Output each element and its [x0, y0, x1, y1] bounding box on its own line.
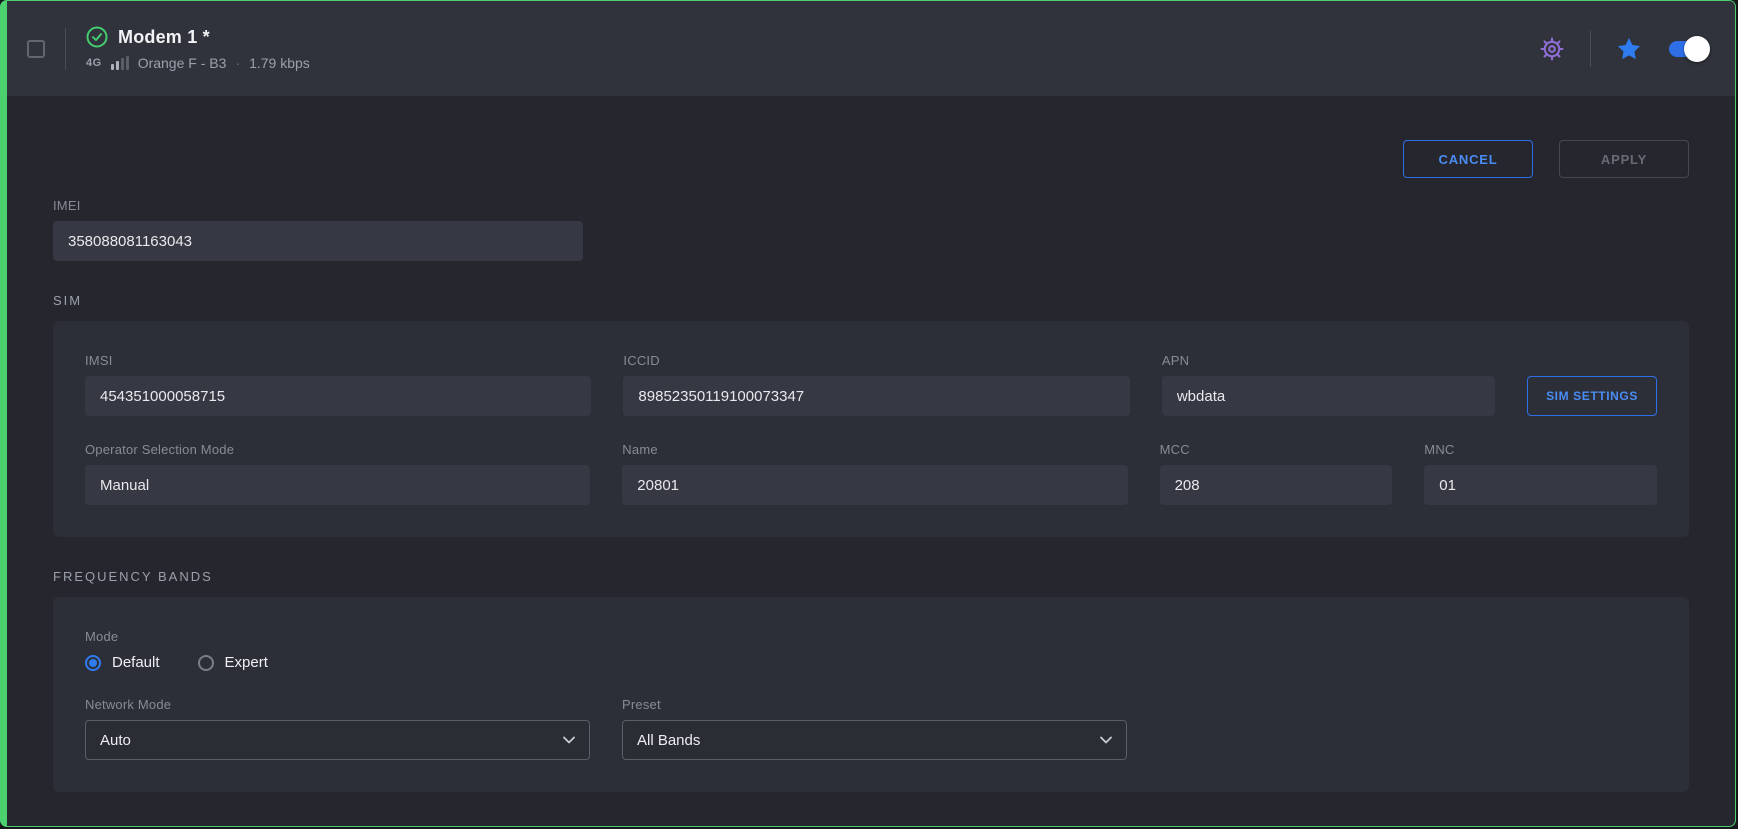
mcc-label: MCC	[1160, 442, 1393, 457]
toggle-knob	[1684, 36, 1710, 62]
preset-value: All Bands	[637, 732, 700, 749]
modem-settings-body: CANCEL APPLY IMEI SIM IMSI ICCID APN	[7, 140, 1735, 792]
mode-option-default-label: Default	[112, 654, 160, 671]
imei-label: IMEI	[53, 198, 583, 213]
apply-button[interactable]: APPLY	[1559, 140, 1689, 178]
mode-option-expert-label: Expert	[225, 654, 268, 671]
mnc-input[interactable]	[1424, 465, 1657, 505]
operator-selection-mode-label: Operator Selection Mode	[85, 442, 590, 457]
preset-field: Preset All Bands	[622, 697, 1127, 760]
chevron-down-icon	[563, 736, 575, 744]
preset-label: Preset	[622, 697, 1127, 712]
favorite-star-icon[interactable]	[1615, 35, 1643, 63]
mode-radio-group: Default Expert	[85, 654, 1657, 671]
circle-check-icon	[86, 26, 108, 48]
imei-field: IMEI	[53, 198, 583, 261]
sim-settings-button[interactable]: SIM SETTINGS	[1527, 376, 1657, 416]
name-input[interactable]	[622, 465, 1127, 505]
throughput-label: 1.79 kbps	[249, 55, 310, 71]
radio-unselected-icon	[198, 655, 214, 671]
modem-header: Modem 1 * 4G Orange F - B3 · 1.79 kbps	[7, 1, 1735, 96]
imei-input[interactable]	[53, 221, 583, 261]
modem-enable-toggle[interactable]	[1669, 41, 1707, 57]
mcc-input[interactable]	[1160, 465, 1393, 505]
network-mode-label: Network Mode	[85, 697, 590, 712]
mode-option-default[interactable]: Default	[85, 654, 160, 671]
iccid-label: ICCID	[623, 353, 1129, 368]
operator-selection-mode-input[interactable]	[85, 465, 590, 505]
settings-gear-icon[interactable]	[1538, 35, 1566, 63]
apn-input[interactable]	[1162, 376, 1495, 416]
frequency-dropdown-row: Network Mode Auto Preset All Bands	[85, 697, 1657, 760]
imsi-input[interactable]	[85, 376, 591, 416]
cancel-button[interactable]: CANCEL	[1403, 140, 1533, 178]
mcc-field: MCC	[1160, 442, 1393, 505]
preset-select[interactable]: All Bands	[622, 720, 1127, 760]
sim-panel: IMSI ICCID APN SIM SETTINGS Operator Sel…	[53, 321, 1689, 537]
radio-selected-icon	[85, 655, 101, 671]
network-mode-select[interactable]: Auto	[85, 720, 590, 760]
operator-selection-mode-field: Operator Selection Mode	[85, 442, 590, 505]
network-mode-value: Auto	[100, 732, 131, 749]
network-type-label: 4G	[86, 57, 102, 69]
modem-card: Modem 1 * 4G Orange F - B3 · 1.79 kbps	[0, 0, 1736, 827]
modem-select-checkbox[interactable]	[27, 40, 45, 58]
sim-section-label: SIM	[53, 293, 1689, 308]
header-divider	[1590, 31, 1591, 67]
frequency-bands-panel: Mode Default Expert Network Mode Auto	[53, 597, 1689, 792]
frequency-bands-section-label: FREQUENCY BANDS	[53, 569, 1689, 584]
name-label: Name	[622, 442, 1127, 457]
name-field: Name	[622, 442, 1127, 505]
imsi-label: IMSI	[85, 353, 591, 368]
mode-option-expert[interactable]: Expert	[198, 654, 268, 671]
signal-bars-icon	[111, 56, 129, 70]
imsi-field: IMSI	[85, 353, 591, 416]
operator-label: Orange F - B3	[138, 55, 227, 71]
mode-label: Mode	[85, 629, 1657, 644]
form-actions: CANCEL APPLY	[53, 140, 1689, 178]
header-actions	[1538, 31, 1707, 67]
modem-title-block: Modem 1 * 4G Orange F - B3 · 1.79 kbps	[86, 26, 310, 71]
mnc-label: MNC	[1424, 442, 1657, 457]
iccid-input[interactable]	[623, 376, 1129, 416]
separator-dot: ·	[235, 55, 240, 71]
network-mode-field: Network Mode Auto	[85, 697, 590, 760]
apn-label: APN	[1162, 353, 1495, 368]
apn-field: APN	[1162, 353, 1495, 416]
mnc-field: MNC	[1424, 442, 1657, 505]
header-divider	[65, 28, 66, 70]
chevron-down-icon	[1100, 736, 1112, 744]
iccid-field: ICCID	[623, 353, 1129, 416]
modem-title: Modem 1 *	[118, 27, 210, 48]
